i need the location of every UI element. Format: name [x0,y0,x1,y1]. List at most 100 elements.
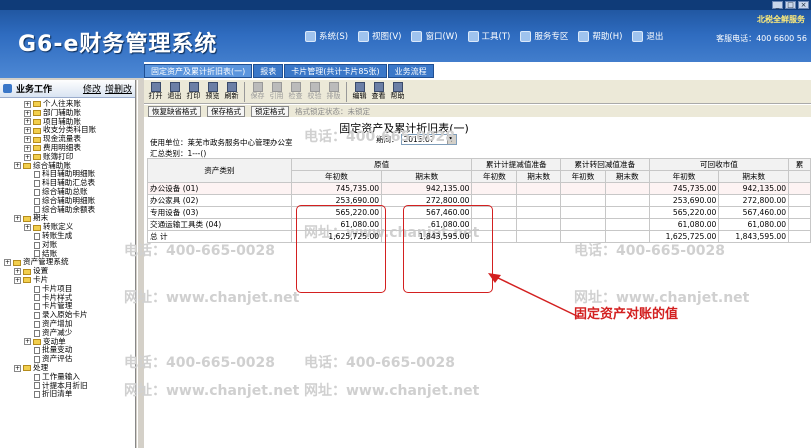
format-status: 格式锁定状态：未锁定 [295,106,370,116]
menu-system[interactable]: 系统(S) [305,30,348,42]
folder-icon [33,154,41,161]
toolbar-button[interactable]: 刷新 [222,80,241,104]
minimize-button[interactable]: _ [772,1,783,9]
table-cell [560,182,606,195]
tree-node[interactable]: 折旧清单 [0,389,135,399]
toolbar-button[interactable]: 打开 [146,80,165,104]
top-menu: 系统(S) 视图(V) 窗口(W) 工具(T) 服务专区 帮助(H) 退出 [305,30,663,42]
tree-node[interactable]: + 设置 [0,266,135,276]
lock-format-button[interactable]: 锁定格式 [251,105,289,117]
tree-node[interactable]: 资产评估 [0,354,135,364]
toolbar-button[interactable]: 查看 [369,80,388,104]
folder-icon [33,118,41,125]
toolbar-button[interactable]: 校验 [305,80,324,104]
tab-card-management[interactable]: 卡片管理(共计卡片85张) [284,64,387,78]
table-cell [604,218,650,231]
tree-node[interactable]: 资产减少 [0,328,135,338]
table-cell: 61,080.00 [648,218,720,231]
tab-fixed-asset-report[interactable]: 固定资产及累计折旧表(一) [144,64,253,78]
tree-node[interactable]: + 资产管理系统 [0,258,135,267]
toolbar-button[interactable]: 保存 [248,80,267,104]
menu-help[interactable]: 帮助(H) [578,30,622,42]
maximize-button[interactable]: □ [785,1,796,9]
close-window-button[interactable]: × [798,1,809,9]
menu-tools[interactable]: 工具(T) [467,30,510,42]
menu-label: 视图(V) [372,32,402,42]
expand-toggle-icon[interactable]: + [24,153,31,161]
table-row[interactable]: 办公设备 (01) 745,735.00 942,135.00 745,735.00 9… [147,182,811,195]
table-cell [471,182,518,195]
tree-node[interactable]: 对账 [0,240,135,250]
modify-link[interactable]: 修改 [83,82,101,95]
menu-label: 帮助(H) [592,32,623,42]
toolbar-separator [346,82,347,102]
expand-toggle-icon[interactable]: + [24,118,31,126]
document-icon [34,356,40,363]
toolbar-button-label: 排版 [326,92,341,100]
menu-view[interactable]: 视图(V) [358,30,401,42]
subheader-end: 期末数 [604,170,650,183]
expand-toggle-icon[interactable]: + [4,259,11,267]
toolbar-button[interactable]: 打印 [184,80,203,104]
folder-icon [23,365,31,372]
manage-link[interactable]: 增删改 [105,82,132,95]
toolbar-button[interactable]: 退出 [165,80,184,104]
toolbar-button[interactable]: 引用 [267,80,286,104]
folder-icon [23,268,31,275]
highlight-box-begin [296,205,386,293]
folder-icon [23,215,31,222]
tree-node[interactable]: 综合辅助余额表 [0,205,135,215]
cell [604,230,650,243]
toolbar-button[interactable]: 排版 [324,80,343,104]
expand-toggle-icon[interactable]: + [24,338,31,346]
expand-toggle-icon[interactable]: + [24,224,31,232]
tab-business-flow[interactable]: 业务流程 [387,64,434,78]
report-unit: 使用单位：莱芜市政务服务中心管理办公室 [150,138,293,147]
table-cell: 942,135.00 [381,182,473,195]
refresh-icon [226,82,237,92]
tree-node[interactable]: 转账生成 [0,231,135,241]
expand-toggle-icon[interactable]: + [24,136,31,144]
brand-label[interactable]: 北税全鲜服务 [757,14,805,25]
subheader-end: 期末数 [381,170,473,183]
folder-icon [13,259,21,266]
table-cell [604,182,650,195]
expand-toggle-icon[interactable]: + [24,127,31,135]
expand-toggle-icon[interactable]: + [24,144,31,152]
restore-format-button[interactable]: 恢复缺省格式 [148,105,201,117]
toolbar-button[interactable]: 编辑 [350,80,369,104]
expand-toggle-icon[interactable]: + [14,276,21,284]
toolbar-button-label: 刷新 [224,92,239,100]
expand-toggle-icon[interactable]: + [14,162,21,170]
expand-toggle-icon[interactable]: + [14,364,21,372]
toolbar-button[interactable]: 预览 [203,80,222,104]
expand-toggle-icon[interactable]: + [24,109,31,117]
document-icon [34,373,40,381]
expand-toggle-icon[interactable]: + [14,215,21,223]
tab-reports[interactable]: 报表 [253,64,284,78]
view-icon [358,30,370,42]
menu-window[interactable]: 窗口(W) [411,30,458,42]
toolbar-button[interactable]: 帮助 [388,80,407,104]
menu-exit[interactable]: 退出 [632,30,663,42]
table-cell [788,194,811,207]
expand-toggle-icon[interactable]: + [14,268,21,276]
table-cell: 942,135.00 [718,182,790,195]
preview-icon [207,82,218,92]
save-format-button[interactable]: 保存格式 [207,105,245,117]
watermark-phone: 电话：400-665-0028 [124,243,276,259]
expand-toggle-icon[interactable]: + [24,100,31,108]
document-icon [34,232,40,240]
toolbar-button[interactable]: 检查 [286,80,305,104]
tools-icon [467,30,479,42]
system-icon [305,30,316,42]
table-cell [604,194,650,207]
header-recoverable-value: 可回收市值 [648,158,790,171]
toolbar-button-label: 退出 [167,92,182,100]
menu-service[interactable]: 服务专区 [520,30,568,42]
toolbar-separator [244,82,245,102]
tree-node-label: 折旧清单 [42,389,73,399]
toolbar-button-label: 编辑 [352,92,367,100]
folder-icon [33,136,41,143]
reference-icon [271,82,282,92]
